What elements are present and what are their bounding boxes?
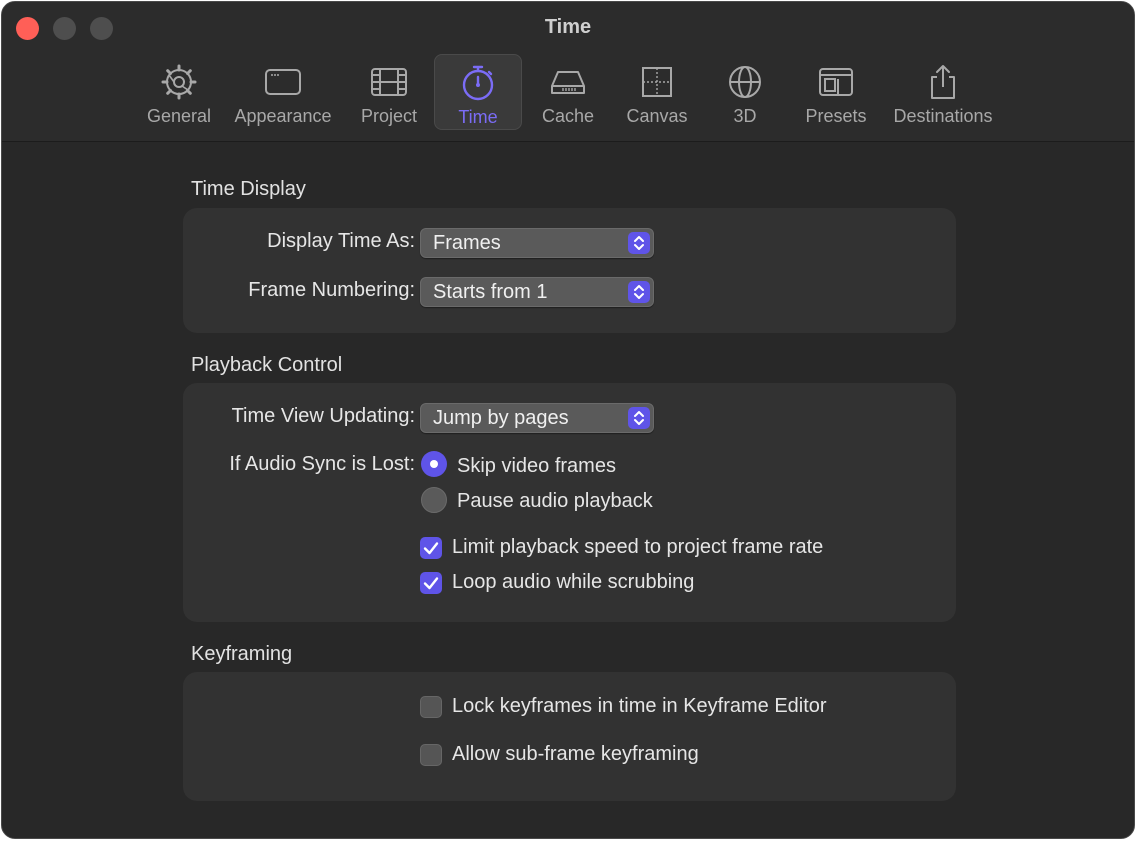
time-view-updating-label: Time View Updating: <box>231 405 415 427</box>
tab-label: 3D <box>733 106 757 126</box>
popup-value: Jump by pages <box>433 407 569 429</box>
tab-3d[interactable]: 3D <box>722 54 768 130</box>
checkmark-icon <box>423 577 439 590</box>
popup-arrows-icon <box>628 281 650 303</box>
popup-arrows-icon <box>628 407 650 429</box>
popup-arrows-icon <box>628 232 650 254</box>
frame-numbering-label: Frame Numbering: <box>248 279 415 301</box>
titlebar: Time General Appearance Project Time Cac… <box>2 2 1134 142</box>
loop-audio-label: Loop audio while scrubbing <box>452 571 695 593</box>
section-title-time-display: Time Display <box>191 178 306 200</box>
sub-frame-keyframing-label: Allow sub-frame keyframing <box>452 743 699 765</box>
audio-sync-label: If Audio Sync is Lost: <box>229 453 415 475</box>
display-time-as-label: Display Time As: <box>267 230 415 252</box>
tab-general[interactable]: General <box>141 54 217 130</box>
preferences-toolbar: General Appearance Project Time Cache Ca… <box>2 54 1134 132</box>
skip-video-frames-radio[interactable] <box>421 451 447 477</box>
time-view-updating-popup[interactable]: Jump by pages <box>420 403 654 433</box>
presets-icon <box>819 68 853 96</box>
window-icon <box>265 69 301 95</box>
playback-control-group: Time View Updating: Jump by pages If Aud… <box>183 383 956 622</box>
drive-icon <box>551 71 585 94</box>
popup-value: Frames <box>433 232 501 254</box>
pause-audio-playback-radio[interactable] <box>421 487 447 513</box>
section-title-playback-control: Playback Control <box>191 354 343 376</box>
tab-label: Cache <box>541 106 595 126</box>
tab-label: Destinations <box>893 106 993 126</box>
tab-presets[interactable]: Presets <box>802 54 870 130</box>
tab-project[interactable]: Project <box>354 54 424 130</box>
film-icon <box>371 68 407 96</box>
gear-icon <box>161 64 197 100</box>
tab-canvas[interactable]: Canvas <box>620 54 694 130</box>
tab-label: Canvas <box>626 106 688 126</box>
lock-keyframes-label: Lock keyframes in time in Keyframe Edito… <box>452 695 827 717</box>
window-title: Time <box>544 16 592 38</box>
popup-value: Starts from 1 <box>433 281 548 303</box>
preferences-window: Time General Appearance Project Time Cac… <box>1 1 1135 839</box>
tab-label: General <box>146 106 212 126</box>
section-title-keyframing: Keyframing <box>191 643 293 665</box>
canvas-icon <box>642 67 672 97</box>
keyframing-group: Lock keyframes in time in Keyframe Edito… <box>183 672 956 801</box>
tab-time[interactable]: Time <box>434 54 522 130</box>
tab-destinations[interactable]: Destinations <box>888 54 998 130</box>
frame-numbering-popup[interactable]: Starts from 1 <box>420 277 654 307</box>
sub-frame-keyframing-checkbox[interactable] <box>420 744 442 766</box>
pause-audio-playback-label: Pause audio playback <box>457 490 653 512</box>
globe-icon <box>729 66 761 98</box>
limit-playback-label: Limit playback speed to project frame ra… <box>452 536 824 558</box>
stopwatch-icon <box>462 65 494 101</box>
time-display-group: Display Time As: Frames Frame Numbering:… <box>183 208 956 333</box>
tab-appearance[interactable]: Appearance <box>230 54 336 130</box>
tab-label: Time <box>458 107 498 127</box>
tab-label: Project <box>360 106 418 126</box>
tab-cache[interactable]: Cache <box>536 54 600 130</box>
limit-playback-checkbox[interactable] <box>420 537 442 559</box>
tab-label: Presets <box>805 106 867 126</box>
tab-label: Appearance <box>234 106 332 126</box>
display-time-as-popup[interactable]: Frames <box>420 228 654 258</box>
checkmark-icon <box>423 542 439 555</box>
lock-keyframes-checkbox[interactable] <box>420 696 442 718</box>
share-icon <box>931 65 955 99</box>
loop-audio-checkbox[interactable] <box>420 572 442 594</box>
skip-video-frames-label: Skip video frames <box>457 455 616 477</box>
